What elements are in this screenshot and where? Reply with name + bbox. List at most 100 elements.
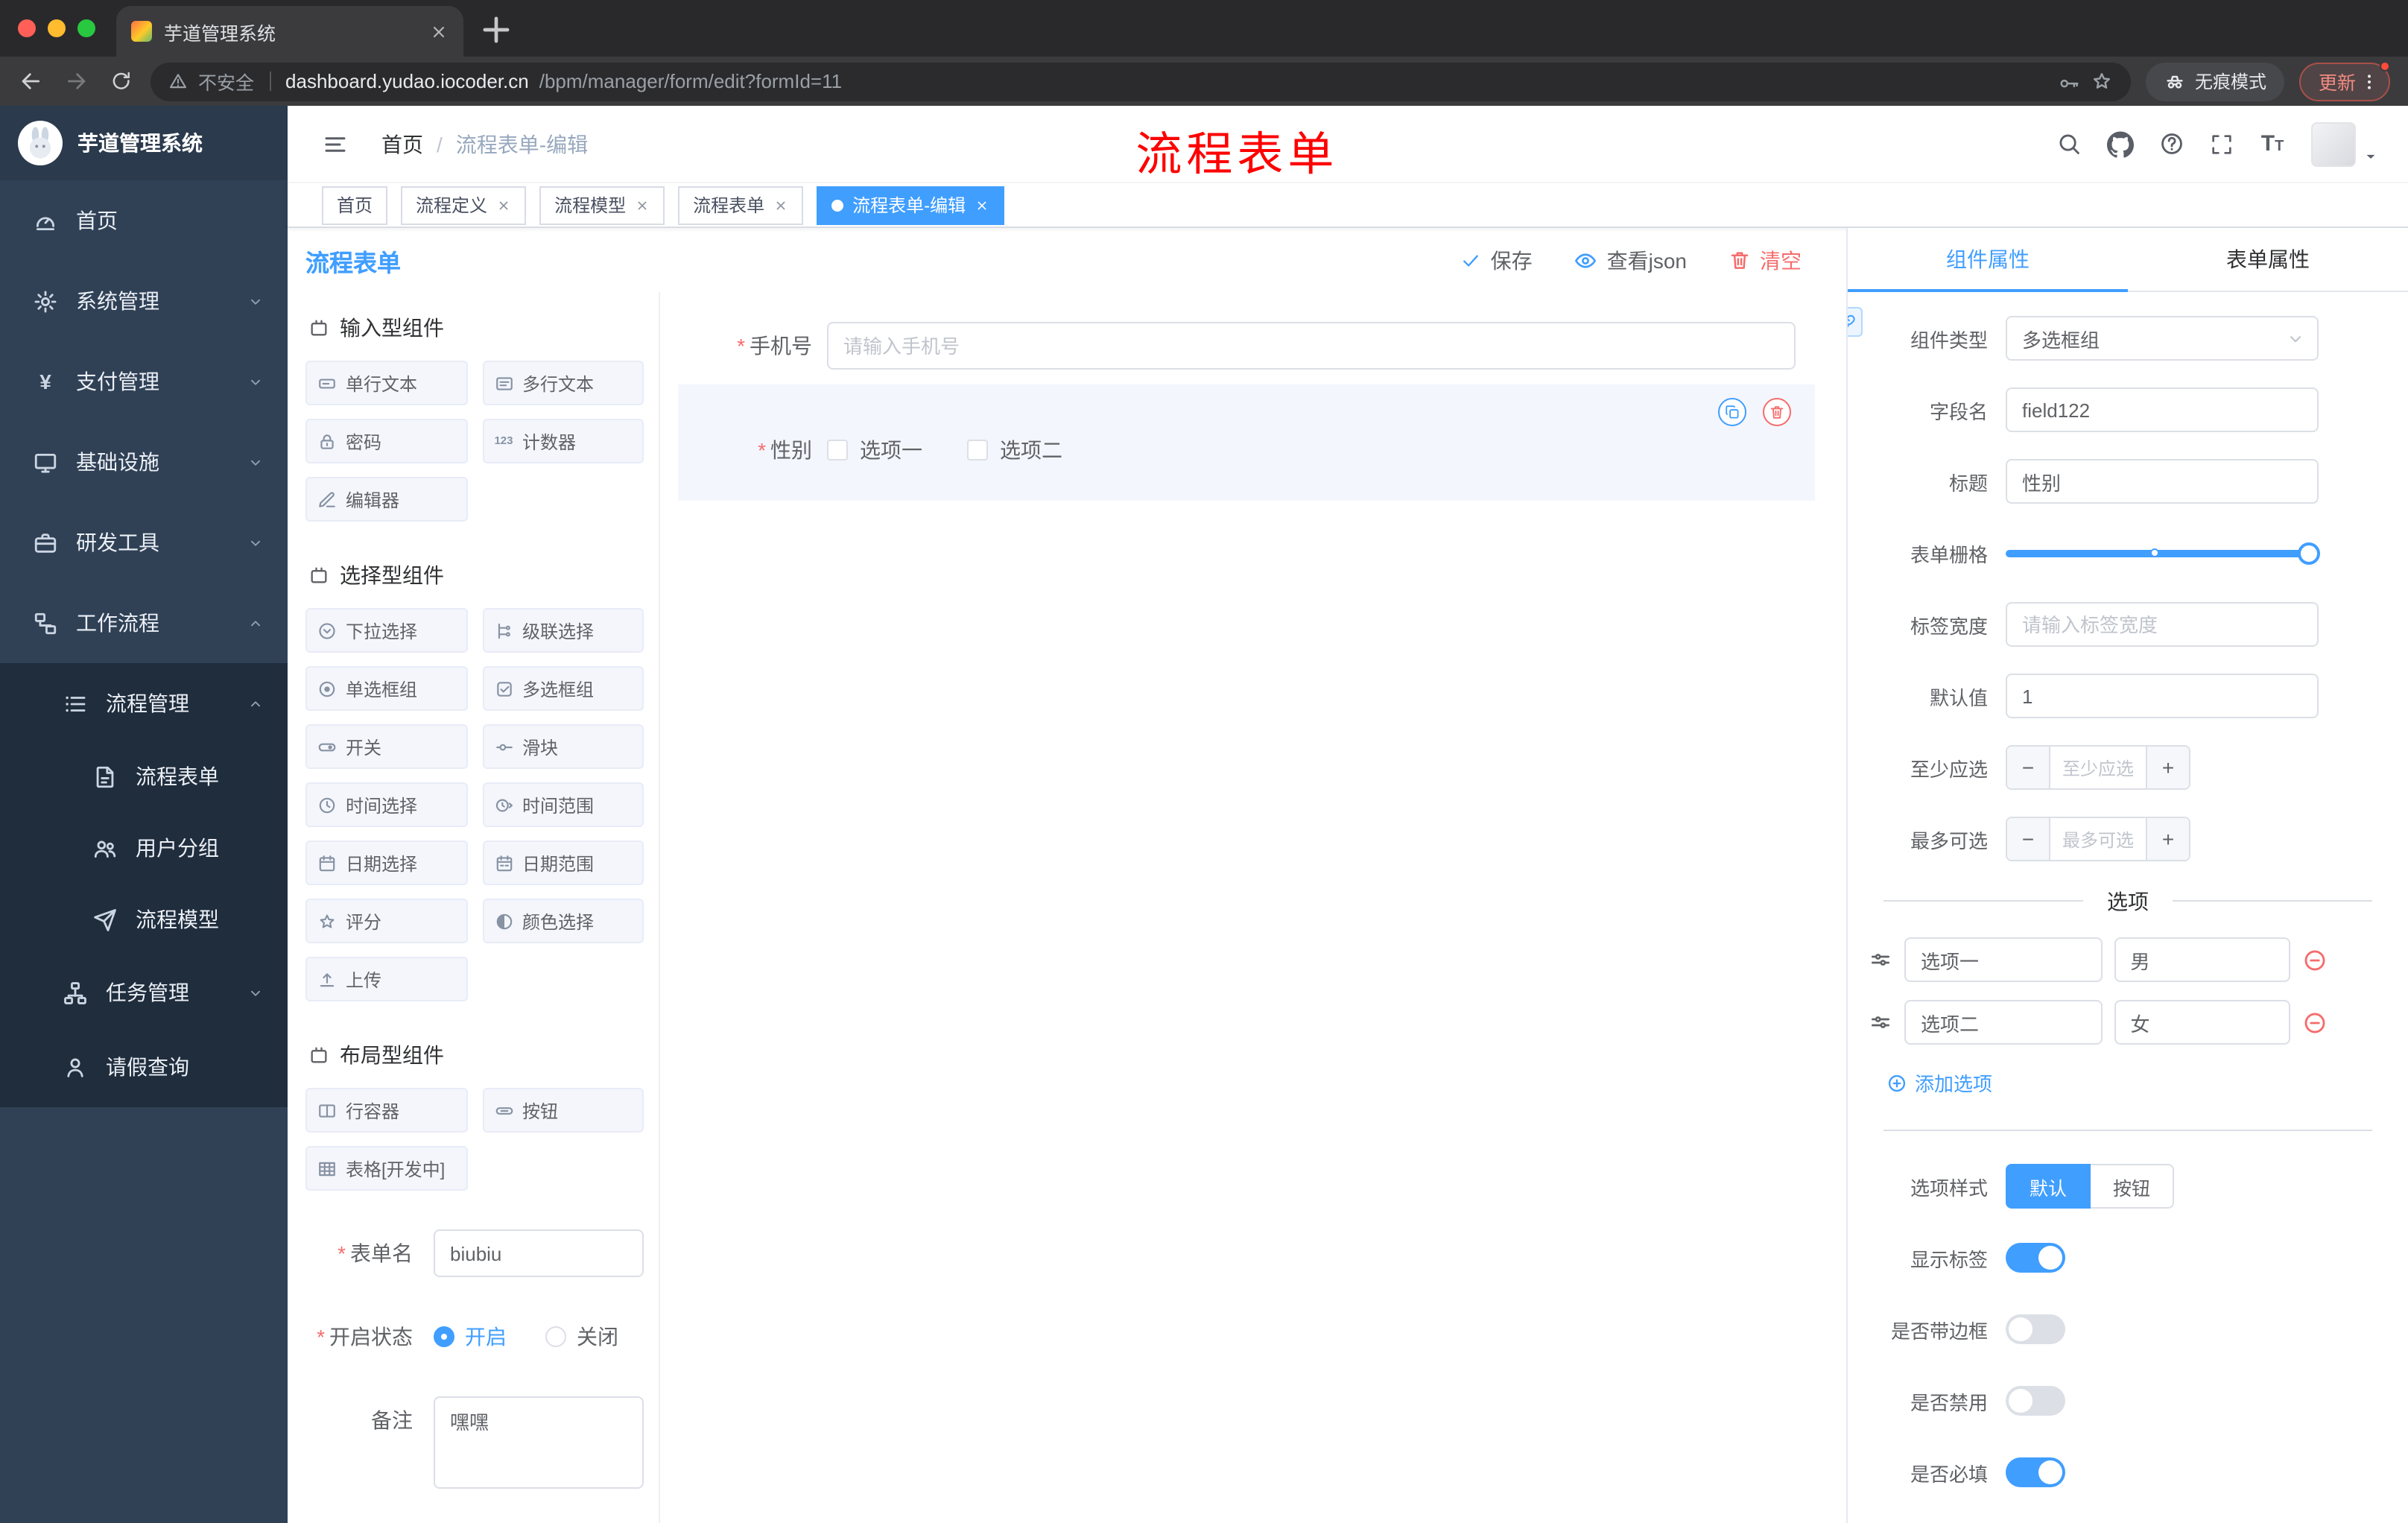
form-grid-slider[interactable] — [2006, 531, 2320, 575]
clear-button[interactable]: 清空 — [1729, 245, 1802, 275]
add-option-button[interactable]: 添加选项 — [1886, 1068, 2408, 1097]
update-button[interactable]: 更新 — [2298, 60, 2390, 101]
new-tab-button[interactable] — [475, 9, 517, 51]
avatar[interactable] — [2311, 121, 2356, 166]
field-name-input[interactable] — [2006, 387, 2319, 432]
gender-option1-checkbox[interactable]: 选项一 — [827, 435, 922, 465]
github-icon[interactable] — [2107, 130, 2134, 157]
max-select-stepper[interactable]: − 最多可选 + — [2006, 817, 2190, 861]
palette-item[interactable]: 上传 — [305, 957, 467, 1001]
min-select-value[interactable]: 至少应选 — [2049, 747, 2147, 788]
tag-close-icon[interactable] — [773, 197, 788, 212]
font-size-icon[interactable]: TT — [2259, 130, 2286, 157]
view-json-button[interactable]: 查看json — [1574, 245, 1687, 275]
min-select-stepper[interactable]: − 至少应选 + — [2006, 745, 2190, 790]
drag-handle-icon[interactable] — [1869, 1010, 1892, 1034]
window-close-button[interactable] — [18, 19, 36, 37]
sidebar-item-home[interactable]: 首页 — [0, 180, 288, 261]
browser-tab[interactable]: 芋道管理系统 — [116, 6, 463, 57]
label-width-input[interactable] — [2006, 602, 2319, 647]
sidebar-item-process-model[interactable]: 流程模型 — [0, 884, 288, 955]
palette-item[interactable]: 单行文本 — [305, 361, 467, 405]
breadcrumb-home[interactable]: 首页 — [381, 129, 423, 159]
palette-item[interactable]: 开关 — [305, 724, 467, 769]
required-switch[interactable] — [2006, 1457, 2065, 1487]
sidebar-item-infra[interactable]: 基础设施 — [0, 422, 288, 502]
fullscreen-icon[interactable] — [2210, 132, 2234, 156]
forward-button[interactable] — [64, 69, 89, 94]
sidebar-item-payment[interactable]: ¥ 支付管理 — [0, 341, 288, 422]
palette-item[interactable]: 滑块 — [482, 724, 644, 769]
decrease-button[interactable]: − — [2007, 818, 2049, 860]
remove-option-icon[interactable] — [2302, 947, 2328, 972]
tag-process-form-edit[interactable]: 流程表单-编辑 — [817, 186, 1005, 224]
palette-item[interactable]: 日期选择 — [305, 840, 467, 885]
selected-widget-gender[interactable]: * 性别 选项一 选项二 — [678, 384, 1815, 501]
increase-button[interactable]: + — [2147, 747, 2189, 788]
tag-home[interactable]: 首页 — [322, 186, 388, 224]
palette-item[interactable]: 行容器 — [305, 1088, 467, 1133]
option-label-input[interactable] — [1904, 937, 2103, 982]
back-button[interactable] — [18, 69, 43, 94]
delete-widget-button[interactable] — [1763, 398, 1791, 426]
tab-close-icon[interactable] — [429, 22, 449, 41]
link-field-button[interactable] — [1848, 307, 1863, 337]
browser-menu-icon[interactable] — [2359, 71, 2380, 92]
option-value-input[interactable] — [2114, 1000, 2290, 1045]
palette-item[interactable]: 级联选择 — [482, 608, 644, 653]
hamburger-icon[interactable] — [322, 130, 349, 157]
form-canvas[interactable]: *手机号 *性别 — [660, 292, 1846, 1523]
sidebar-item-user-group[interactable]: 用户分组 — [0, 812, 288, 884]
phone-field[interactable]: * 手机号 — [660, 322, 1796, 370]
remove-option-icon[interactable] — [2302, 1010, 2328, 1035]
bookmark-star-icon[interactable] — [2091, 70, 2113, 92]
palette-item[interactable]: 下拉选择 — [305, 608, 467, 653]
search-icon[interactable] — [2056, 131, 2082, 156]
palette-item[interactable]: 表格[开发中] — [305, 1146, 467, 1191]
palette-item[interactable]: 多选框组 — [482, 666, 644, 711]
palette-item[interactable]: 时间范围 — [482, 782, 644, 827]
style-default-button[interactable]: 默认 — [2006, 1164, 2091, 1209]
sidebar-item-system[interactable]: 系统管理 — [0, 261, 288, 341]
palette-item[interactable]: 按钮 — [482, 1088, 644, 1133]
palette-item[interactable]: 密码 — [305, 419, 467, 463]
component-type-select[interactable]: 多选框组 — [2006, 316, 2319, 361]
tab-component-props[interactable]: 组件属性 — [1848, 228, 2128, 292]
password-key-icon[interactable] — [2058, 70, 2080, 92]
slider-track[interactable] — [2006, 549, 2319, 557]
security-warning-icon[interactable] — [168, 72, 188, 91]
default-value-input[interactable] — [2006, 674, 2319, 718]
palette-item[interactable]: 多行文本 — [482, 361, 644, 405]
palette-item[interactable]: 时间选择 — [305, 782, 467, 827]
tab-form-props[interactable]: 表单属性 — [2128, 228, 2408, 291]
window-minimize-button[interactable] — [48, 19, 66, 37]
reload-button[interactable] — [110, 70, 133, 92]
option-label-input[interactable] — [1904, 1000, 2103, 1045]
save-button[interactable]: 保存 — [1461, 245, 1533, 275]
sidebar-item-workflow[interactable]: 工作流程 — [0, 583, 288, 663]
phone-input[interactable] — [827, 322, 1796, 370]
sidebar-item-task-mgmt[interactable]: 任务管理 — [0, 955, 288, 1030]
sidebar-item-process-mgmt[interactable]: 流程管理 — [0, 666, 288, 741]
palette-item[interactable]: 编辑器 — [305, 477, 467, 522]
tag-close-icon[interactable] — [975, 197, 989, 212]
palette-item[interactable]: 评分 — [305, 899, 467, 943]
address-bar[interactable]: 不安全 dashboard.yudao.iocoder.cn/bpm/manag… — [150, 62, 2131, 101]
tag-process-definition[interactable]: 流程定义 — [401, 186, 527, 224]
user-menu[interactable] — [2311, 121, 2378, 166]
help-icon[interactable] — [2159, 131, 2184, 156]
form-name-input[interactable] — [434, 1229, 644, 1277]
border-switch[interactable] — [2006, 1314, 2065, 1344]
gender-option2-checkbox[interactable]: 选项二 — [967, 435, 1062, 465]
show-label-switch[interactable] — [2006, 1243, 2065, 1273]
title-input[interactable] — [2006, 459, 2319, 504]
disabled-switch[interactable] — [2006, 1386, 2065, 1416]
form-remark-textarea[interactable]: 嘿嘿 — [434, 1396, 644, 1489]
sidebar-item-devtools[interactable]: 研发工具 — [0, 502, 288, 583]
copy-widget-button[interactable] — [1718, 398, 1746, 426]
increase-button[interactable]: + — [2147, 818, 2189, 860]
palette-item[interactable]: 123 计数器 — [482, 419, 644, 463]
status-off-radio[interactable]: 关闭 — [545, 1322, 618, 1352]
tag-close-icon[interactable] — [635, 197, 650, 212]
palette-item[interactable]: 日期范围 — [482, 840, 644, 885]
